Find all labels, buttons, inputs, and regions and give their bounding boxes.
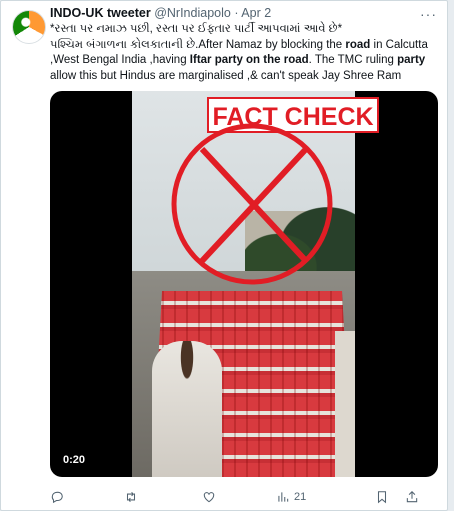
- reply-button[interactable]: [50, 488, 64, 506]
- tweet-card[interactable]: INDO-UK tweeter @NrIndiapolo · Apr 2 ···…: [0, 0, 448, 511]
- views-count: 21: [294, 491, 307, 503]
- bold-text-party: party: [397, 54, 426, 66]
- bookmark-button[interactable]: [375, 488, 389, 506]
- tweet-actions: 21: [50, 488, 420, 506]
- author-handle[interactable]: @NrIndiapolo: [154, 6, 231, 20]
- more-horizontal-icon[interactable]: ···: [420, 6, 437, 22]
- like-button[interactable]: [202, 488, 216, 506]
- video-duration: 0:20: [58, 452, 91, 468]
- person: [152, 341, 222, 477]
- tweet-text-line-3: ,West Bengal India ,having Iftar party o…: [50, 53, 440, 69]
- text-segment: in Calcutta: [370, 38, 428, 51]
- tweet-text-line-4: allow this but Hindus are marginalised ,…: [50, 69, 402, 82]
- share-icon: [406, 491, 418, 503]
- share-button[interactable]: [405, 488, 419, 506]
- tweet-text-line-2: પશ્ચિમ બંગાળના કોલકાતાની છે.After Namaz …: [50, 38, 440, 54]
- tweet-date[interactable]: Apr 2: [241, 6, 271, 20]
- avatar[interactable]: [12, 10, 46, 44]
- text-segment: . The TMC ruling: [308, 54, 398, 66]
- retweet-button[interactable]: [124, 488, 138, 506]
- author-name[interactable]: INDO-UK tweeter: [50, 6, 151, 20]
- views-button[interactable]: 21: [276, 488, 306, 506]
- tweet-text-line-1: *રસ્તા પર નમાઝ પછી, રસ્તા પર ઈફ્તાર પાર્…: [50, 23, 343, 35]
- separator-dot: ·: [234, 6, 239, 20]
- text-segment: પશ્ચિમ બંગાળના કોલકાતાની છે.After Namaz …: [50, 38, 346, 51]
- bold-text-road: road: [345, 38, 371, 51]
- heart-icon: [203, 492, 215, 503]
- cross-circle-icon: [171, 123, 333, 285]
- bold-text-iftar: Iftar party on the road: [189, 54, 309, 66]
- text-segment: ,West Bengal India ,having: [50, 54, 190, 66]
- views-bar-chart-icon: [278, 492, 289, 502]
- tweet-header: INDO-UK tweeter @NrIndiapolo · Apr 2: [50, 5, 439, 21]
- video-player[interactable]: FACT CHECK 0:20: [50, 91, 438, 477]
- retweet-icon: [126, 491, 136, 503]
- person-edge: [335, 331, 355, 477]
- reply-icon: [51, 491, 63, 504]
- bookmark-icon: [377, 491, 387, 504]
- tweet-text: *રસ્તા પર નમાઝ પછી, રસ્તા પર ઈફ્તાર પાર્…: [50, 22, 440, 84]
